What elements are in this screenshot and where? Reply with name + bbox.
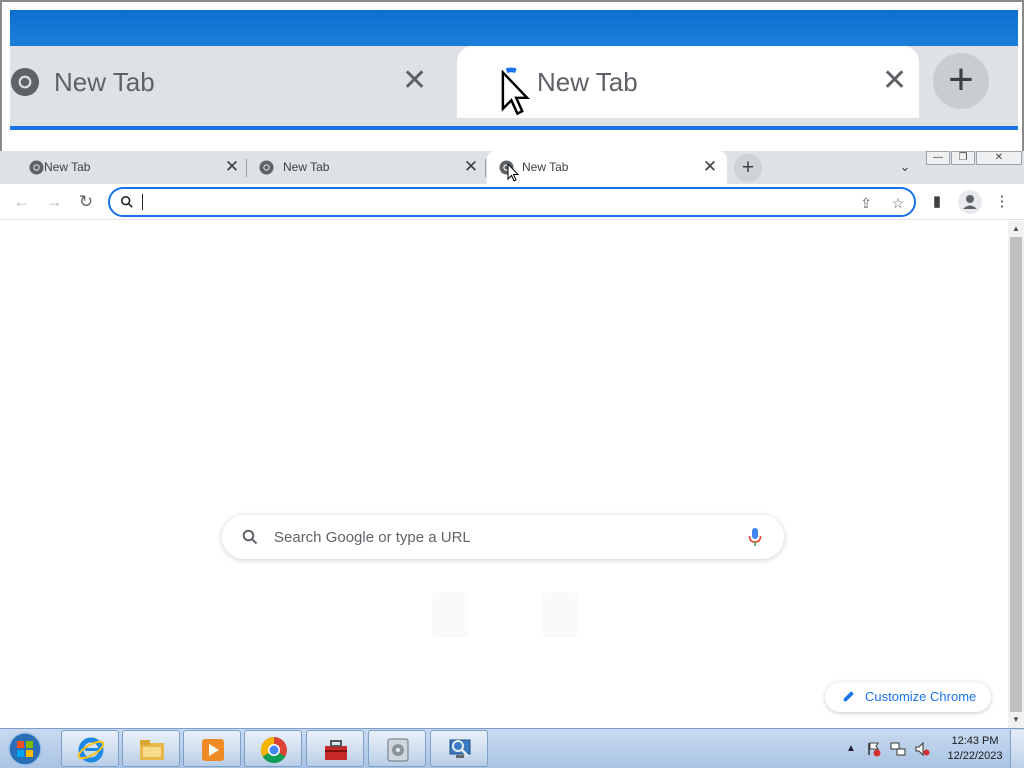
chrome-icon	[260, 736, 287, 764]
taskbar-chrome[interactable]	[244, 730, 302, 767]
page-scrollbar[interactable]: ▲ ▼	[1008, 221, 1024, 728]
taskbar-file-explorer[interactable]	[122, 730, 180, 767]
media-player-icon	[202, 739, 224, 761]
address-input[interactable]	[144, 192, 844, 212]
minimize-button[interactable]: —	[926, 151, 950, 165]
taskbar-clock[interactable]: 12:43 PM 12/22/2023	[940, 734, 1010, 764]
search-input[interactable]	[274, 527, 734, 547]
tab-new-tab-1[interactable]: New Tab ✕	[8, 151, 246, 184]
disk-icon	[387, 738, 409, 762]
bookmark-star-icon[interactable]: ☆	[888, 193, 908, 213]
browser-toolbar: ← → ↻ ⇪ ☆ ▮ ⋮	[0, 184, 1024, 220]
tab-new-tab-2[interactable]: New Tab ✕	[247, 151, 485, 184]
scroll-up-button[interactable]: ▲	[1008, 221, 1024, 237]
chrome-icon	[10, 67, 40, 97]
folder-icon	[140, 740, 164, 760]
internet-explorer-icon	[77, 737, 105, 763]
text-caret	[142, 194, 143, 210]
toolbox-icon	[325, 740, 347, 760]
clock-date: 12/22/2023	[947, 750, 1003, 762]
person-icon	[963, 195, 977, 209]
clock-time: 12:43 PM	[951, 735, 999, 747]
magnifier-window: New Tab ✕ New Tab ✕ +	[0, 0, 1024, 151]
taskbar-network-search[interactable]	[430, 730, 488, 767]
forward-button[interactable]: →	[43, 191, 65, 213]
plus-icon: +	[933, 53, 989, 109]
screen: New Tab ✕ New Tab ✕ + New Tab ✕ New Tab …	[0, 0, 1024, 768]
new-tab-button[interactable]: +	[734, 154, 762, 182]
tab-close-button[interactable]: ✕	[461, 157, 481, 177]
tab-title: New Tab	[283, 160, 330, 174]
show-desktop-button[interactable]	[1010, 730, 1024, 768]
side-panel-button[interactable]: ▮	[926, 191, 948, 213]
taskbar-media-player[interactable]	[183, 730, 241, 767]
window-close-button[interactable]: ✕	[976, 151, 1022, 165]
tab-title: New Tab	[44, 160, 91, 174]
magnified-tab: New Tab ✕	[10, 46, 460, 118]
customize-label: Customize Chrome	[865, 689, 977, 704]
taskbar-internet-explorer[interactable]	[61, 730, 119, 767]
profile-avatar[interactable]	[958, 190, 982, 214]
window-controls: — ❐ ✕	[926, 151, 1023, 166]
cursor-icon	[501, 70, 530, 116]
back-button[interactable]: ←	[11, 191, 33, 213]
shortcut-placeholder	[432, 592, 468, 638]
search-icon	[120, 195, 133, 208]
chrome-icon	[29, 160, 44, 175]
start-button[interactable]	[5, 731, 45, 767]
new-tab-page: Customize Chrome	[0, 221, 1008, 728]
magnifier-view: New Tab ✕ New Tab ✕ +	[10, 10, 1018, 144]
address-bar[interactable]: ⇪ ☆	[108, 187, 916, 217]
taskbar-disk-utility[interactable]	[368, 730, 426, 767]
share-icon[interactable]: ⇪	[856, 193, 876, 213]
menu-button[interactable]: ⋮	[991, 191, 1013, 213]
tab-title: New Tab	[522, 160, 569, 174]
tab-close-button[interactable]: ✕	[222, 157, 242, 177]
reload-button[interactable]: ↻	[75, 191, 97, 213]
maximize-button[interactable]: ❐	[951, 151, 975, 165]
google-search-box[interactable]	[222, 515, 784, 559]
taskbar-toolbox[interactable]	[306, 730, 364, 767]
magnified-tab-title: New Tab	[54, 67, 155, 97]
action-center-flag-icon[interactable]	[866, 741, 882, 757]
tab-new-tab-active[interactable]: New Tab ✕	[487, 151, 727, 184]
close-icon: ✕	[882, 64, 908, 97]
scroll-down-button[interactable]: ▼	[1008, 712, 1024, 728]
customize-chrome-button[interactable]: Customize Chrome	[825, 682, 991, 712]
chrome-icon	[259, 160, 274, 175]
microphone-icon[interactable]	[747, 527, 763, 547]
close-icon: ✕	[402, 64, 428, 97]
tab-separator	[246, 159, 247, 177]
magnifier-titlebar	[10, 10, 1018, 46]
cursor-icon	[507, 163, 519, 182]
magnified-tab-title: New Tab	[537, 67, 638, 97]
search-icon	[242, 529, 258, 545]
network-search-icon	[449, 739, 471, 758]
volume-muted-icon[interactable]	[914, 741, 930, 757]
scroll-thumb[interactable]	[1010, 237, 1022, 712]
network-icon[interactable]	[890, 741, 906, 757]
taskbar: ▲ 12:43 PM 12/22/2023	[0, 728, 1024, 768]
tab-separator	[485, 159, 486, 177]
tab-close-button[interactable]: ✕	[700, 157, 720, 177]
pencil-icon	[843, 691, 854, 702]
show-hidden-icons-button[interactable]: ▲	[843, 741, 859, 757]
shortcut-placeholder	[542, 592, 578, 638]
magnified-toolbar-edge	[10, 126, 1018, 144]
tab-search-button[interactable]: ⌄	[896, 158, 914, 176]
